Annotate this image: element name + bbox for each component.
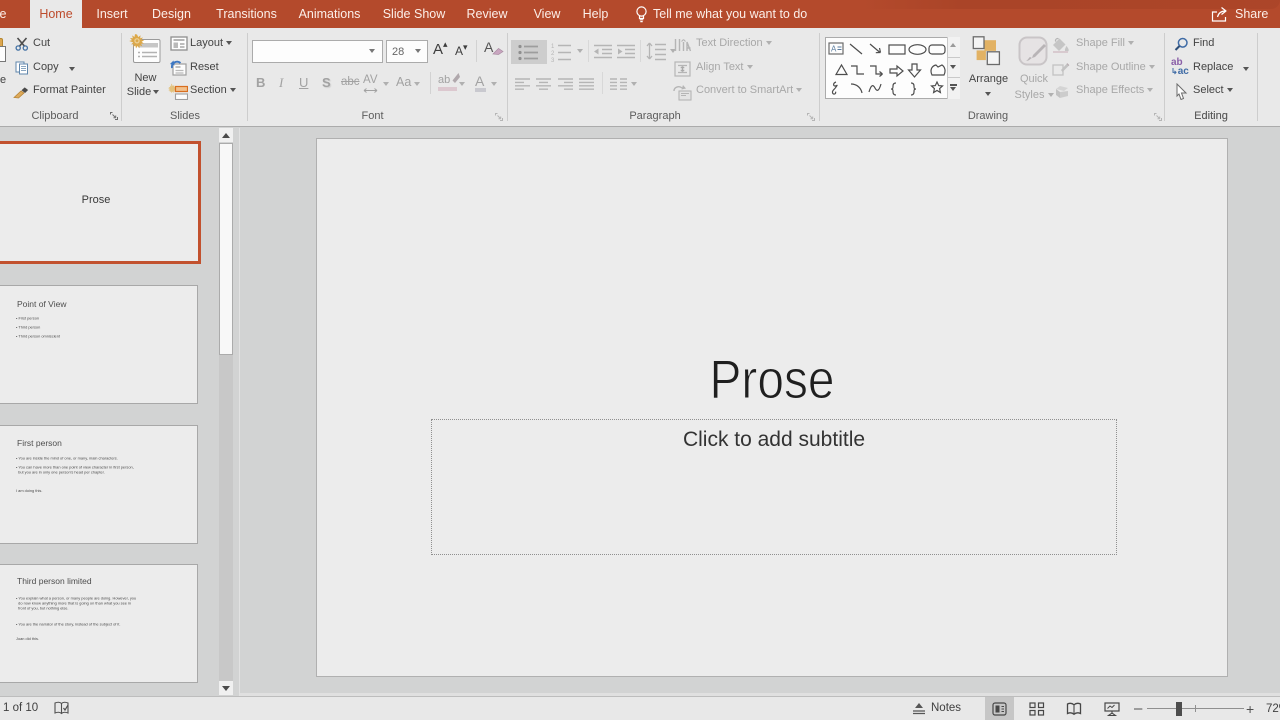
svg-text:3: 3: [551, 58, 555, 62]
svg-text:A: A: [831, 45, 837, 54]
svg-text:2: 2: [551, 51, 555, 57]
svg-text:1: 1: [551, 44, 555, 50]
